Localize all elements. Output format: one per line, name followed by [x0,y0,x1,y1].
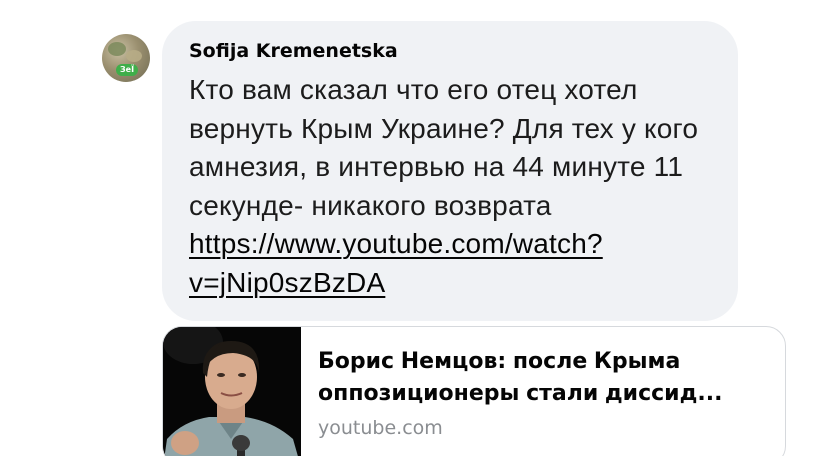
link-preview-card[interactable]: Борис Немцов: после Крыма оппозиционеры … [162,326,786,456]
video-thumbnail-image [163,327,301,456]
avatar-photo-detail [108,42,126,56]
avatar[interactable]: ЗеЇ [102,34,150,82]
avatar-badge: ЗеЇ [116,64,138,76]
link-preview-title-line: оппозиционеры стали диссид... [318,381,723,406]
video-thumbnail [163,327,301,456]
link-preview-domain: youtube.com [318,417,443,439]
comment-link[interactable]: https://www.youtube.com/watch?v=jNip0szB… [189,228,603,298]
comment-bubble: Sofija Kremenetska Кто вам сказал что ег… [162,21,738,321]
comment-author-name[interactable]: Sofija Kremenetska [189,39,718,63]
link-preview-text: Борис Немцов: после Крыма оппозиционеры … [318,346,773,440]
link-preview-title: Борис Немцов: после Крыма оппозиционеры … [318,346,773,410]
comment-text: Кто вам сказал что его отец хотел вернут… [189,71,718,302]
avatar-photo-detail [126,50,142,62]
comment-body-text: Кто вам сказал что его отец хотел вернут… [189,74,699,221]
link-preview-title-line: Борис Немцов: после Крыма [318,349,681,374]
comment-thread: ЗеЇ Sofija Kremenetska Кто вам сказал чт… [0,0,813,456]
